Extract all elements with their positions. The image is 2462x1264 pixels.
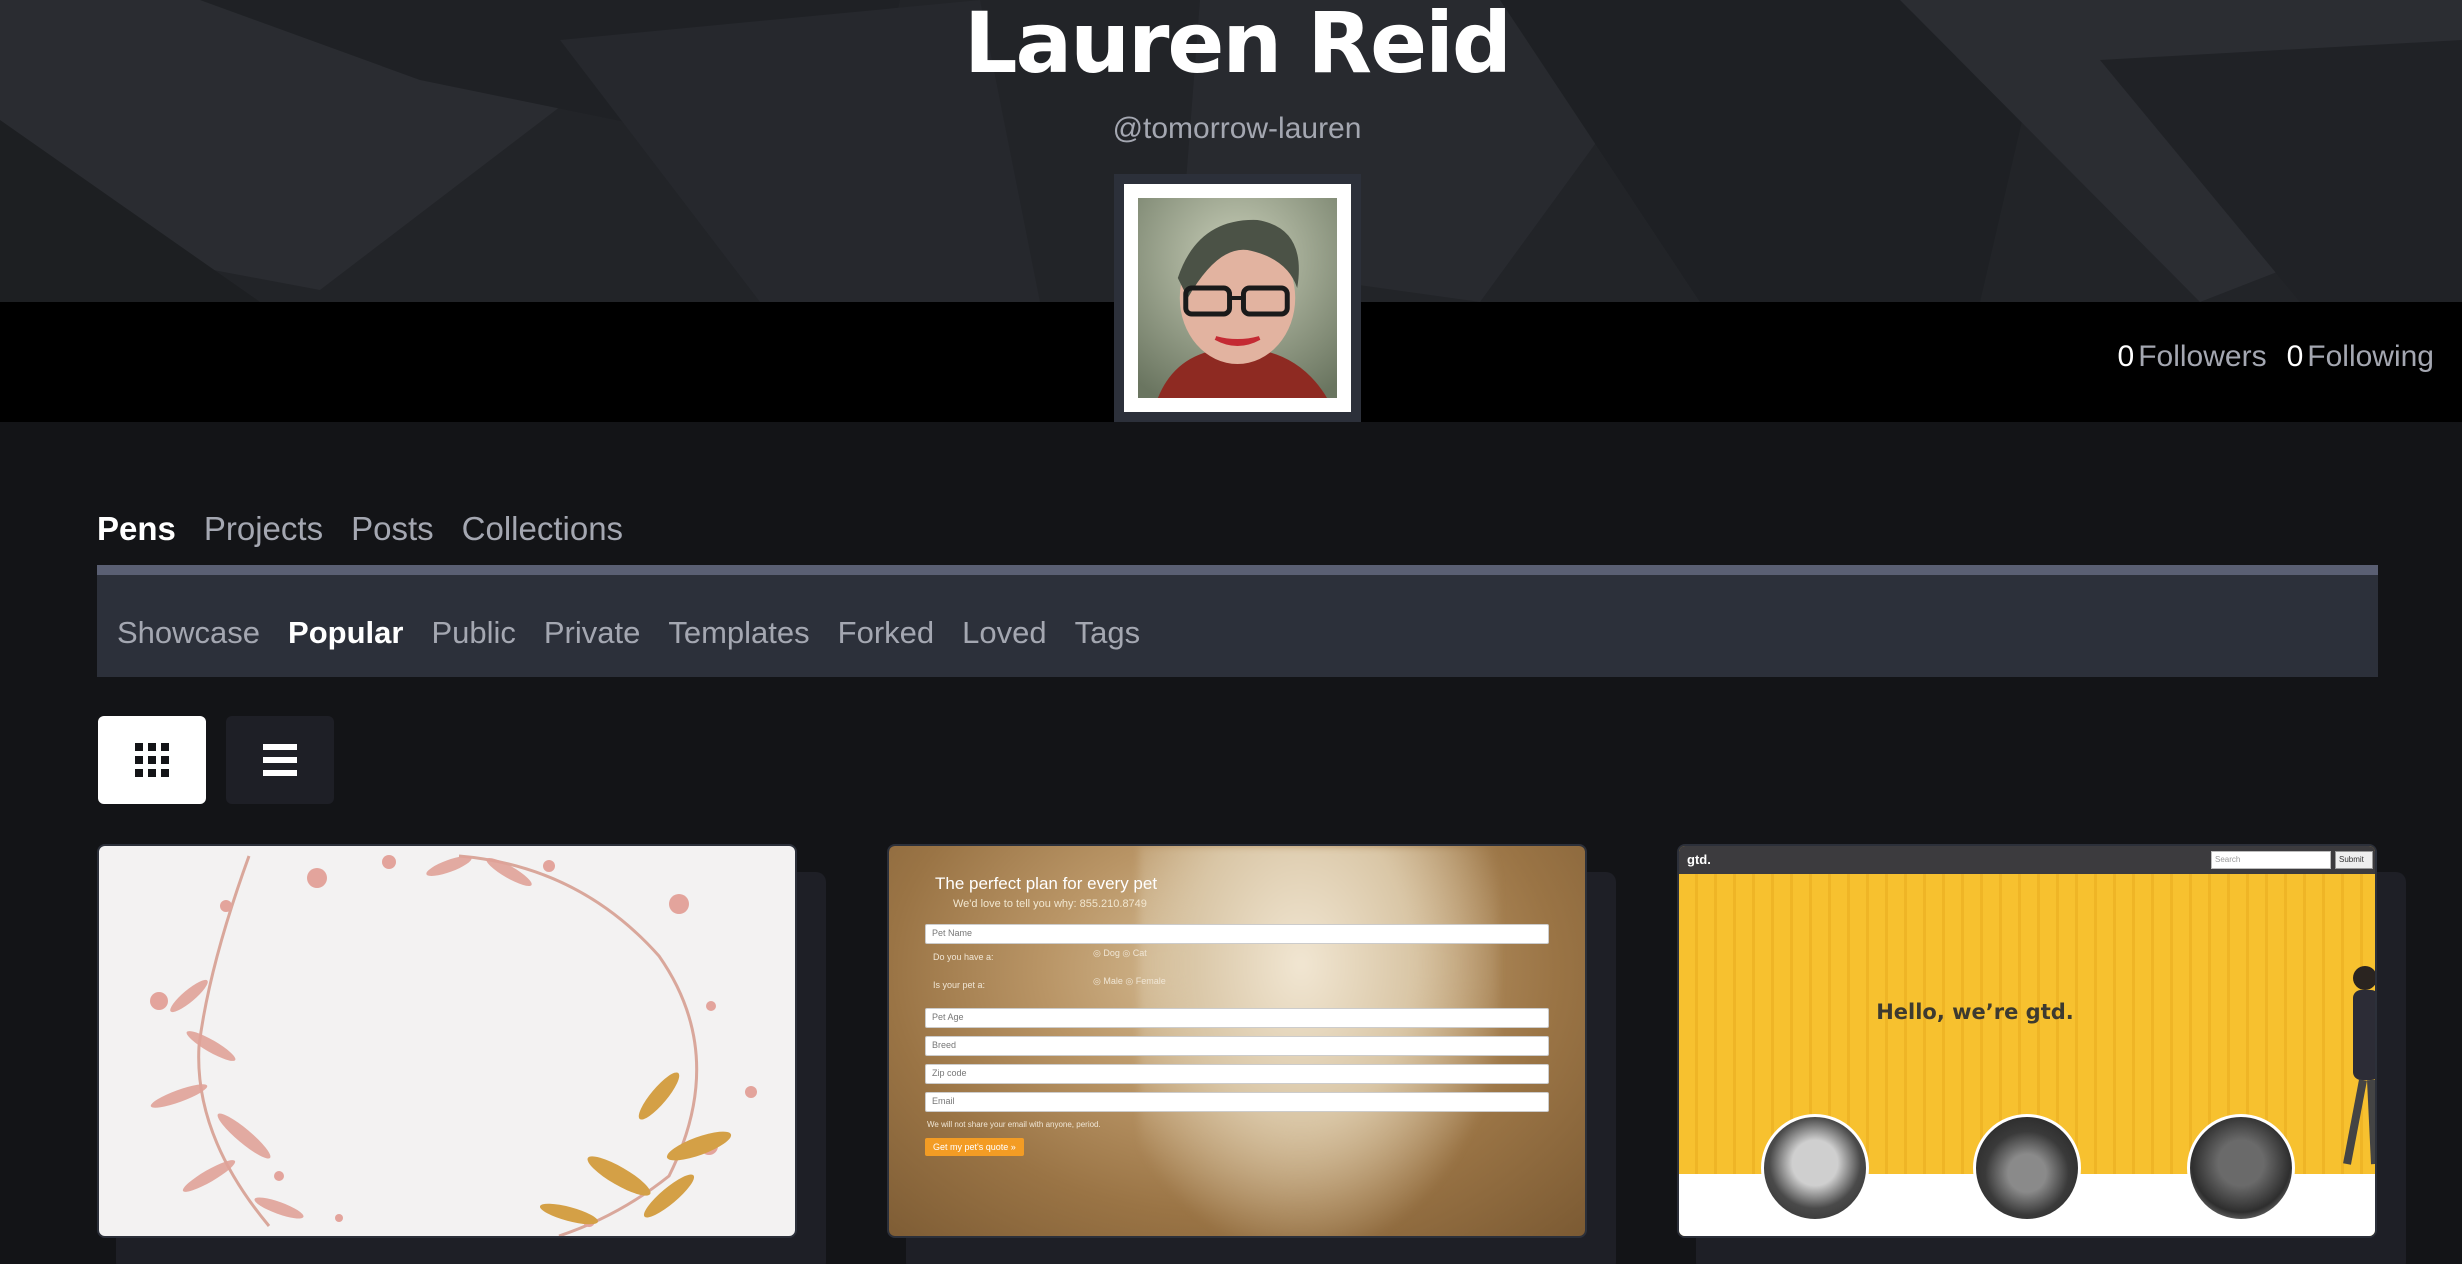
pet-sex-row: Is your pet a: ◎ Male ◎ Female — [933, 976, 1553, 1008]
option-dog[interactable]: Dog — [1103, 948, 1120, 958]
list-icon — [263, 744, 297, 776]
gtd-navbar: gtd. Search Submit — [1679, 846, 2375, 874]
subtab-public[interactable]: Public — [431, 615, 515, 651]
followers-link[interactable]: 0 Followers — [2118, 340, 2267, 374]
following-count: 0 — [2286, 340, 2304, 373]
option-female[interactable]: Female — [1136, 976, 1166, 986]
list-view-button[interactable] — [226, 716, 334, 804]
followers-count: 0 — [2117, 340, 2135, 373]
team-photo-3 — [2187, 1114, 2295, 1222]
zip-code-field[interactable]: Zip code — [925, 1064, 1549, 1084]
subtab-loved[interactable]: Loved — [962, 615, 1046, 651]
team-photo-2 — [1973, 1114, 2081, 1222]
grid-icon — [135, 743, 169, 777]
floral-wreath-preview — [150, 854, 757, 1236]
subtab-tags[interactable]: Tags — [1075, 615, 1140, 651]
walking-person-image — [2343, 966, 2375, 1165]
subtab-templates[interactable]: Templates — [668, 615, 809, 651]
tab-projects[interactable]: Projects — [204, 510, 323, 548]
pet-form: The perfect plan for every pet We'd love… — [925, 874, 1553, 1156]
profile-name: Lauren Reid — [963, 0, 1512, 92]
subtab-private[interactable]: Private — [544, 615, 640, 651]
pet-type-row: Do you have a: ◎ Dog ◎ Cat — [933, 948, 1553, 980]
pet-name-field[interactable]: Pet Name — [925, 924, 1549, 944]
team-photo-1 — [1761, 1114, 1869, 1222]
main-tabs: Pens Projects Posts Collections — [97, 510, 623, 548]
gtd-hero-heading: Hello, we’re gtd. — [1876, 1000, 2074, 1024]
tab-posts[interactable]: Posts — [351, 510, 434, 548]
subtab-forked[interactable]: Forked — [838, 615, 934, 651]
breed-select[interactable]: Breed — [925, 1036, 1549, 1056]
sub-tabs: Showcase Popular Public Private Template… — [117, 615, 1140, 651]
pen-card-floral[interactable] — [97, 844, 797, 1238]
pet-age-select[interactable]: Pet Age — [925, 1008, 1549, 1028]
privacy-note: We will not share your email with anyone… — [927, 1120, 1101, 1129]
followers-label: Followers — [2138, 340, 2267, 373]
pet-sex-question: Is your pet a: — [933, 980, 986, 990]
get-quote-button[interactable]: Get my pet's quote » — [925, 1138, 1024, 1156]
pet-form-title: The perfect plan for every pet — [935, 874, 1158, 893]
email-field[interactable]: Email — [925, 1092, 1549, 1112]
sub-tabs-bar: Showcase Popular Public Private Template… — [97, 565, 2378, 677]
subtab-showcase[interactable]: Showcase — [117, 615, 260, 651]
grid-view-button[interactable] — [98, 716, 206, 804]
gtd-search-input[interactable]: Search — [2211, 851, 2331, 869]
pet-type-question: Do you have a: — [933, 952, 994, 962]
pen-card-gtd[interactable]: gtd. Search Submit Hello, we’re gtd. — [1677, 844, 2377, 1238]
avatar-photo — [1138, 198, 1337, 398]
tab-pens[interactable]: Pens — [97, 510, 176, 548]
gtd-submit-button[interactable]: Submit — [2335, 851, 2373, 869]
tab-collections[interactable]: Collections — [462, 510, 623, 548]
pet-sex-options: ◎ Male ◎ Female — [1093, 976, 1166, 986]
option-male[interactable]: Male — [1103, 976, 1123, 986]
avatar[interactable] — [1114, 174, 1361, 422]
subtab-popular[interactable]: Popular — [288, 615, 403, 651]
following-link[interactable]: 0 Following — [2287, 340, 2434, 374]
option-cat[interactable]: Cat — [1133, 948, 1147, 958]
pet-form-subtitle: We'd love to tell you why: 855.210.8749 — [953, 898, 1147, 910]
following-label: Following — [2307, 340, 2434, 373]
profile-handle: @tomorrow-lauren — [1112, 112, 1362, 145]
gtd-logo: gtd. — [1687, 852, 1711, 867]
follow-stats: 0 Followers 0 Following — [2118, 340, 2434, 374]
pet-type-options: ◎ Dog ◎ Cat — [1093, 948, 1147, 958]
pen-card-pet-plan[interactable]: The perfect plan for every pet We'd love… — [887, 844, 1587, 1238]
